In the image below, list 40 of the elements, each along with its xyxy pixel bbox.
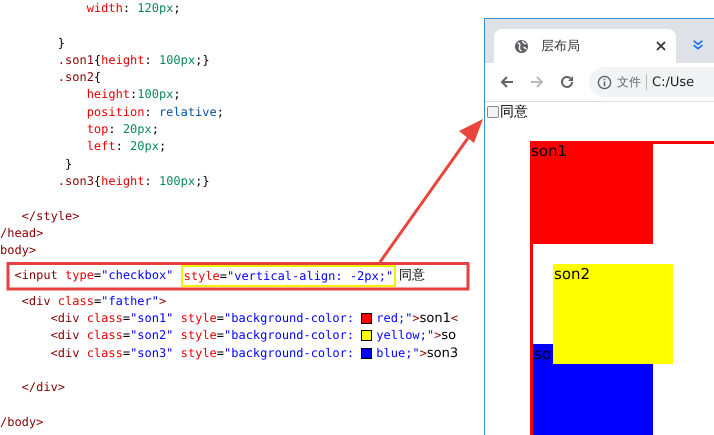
code-text: style="vertical-align: -2px;" — [184, 269, 394, 284]
code-text: blue;">son3 — [376, 344, 458, 362]
checkbox-label: 同意 — [500, 103, 528, 121]
code-text: .son3{height: 100px;} — [58, 172, 210, 190]
code-text: <input type="checkbox" — [14, 267, 174, 284]
close-icon[interactable] — [656, 41, 666, 51]
globe-icon — [514, 38, 529, 54]
back-icon[interactable] — [499, 74, 515, 90]
url-text: C:/Use — [652, 74, 694, 90]
code-text: /head> — [0, 224, 44, 242]
code-text: .son2{ — [58, 69, 102, 86]
info-icon[interactable] — [597, 74, 612, 90]
box-label: so — [534, 345, 551, 363]
code-text: <div class="son3" style="background-color: — [50, 344, 356, 362]
code-text: position: relative; — [86, 104, 224, 121]
code-text: </div> — [22, 379, 66, 396]
code-text: width: 120px; — [86, 0, 181, 17]
code-text: } — [58, 34, 66, 52]
code-text: 同意 — [399, 267, 426, 285]
checkbox[interactable] — [487, 106, 499, 118]
reload-icon[interactable] — [559, 74, 575, 90]
address-bar[interactable]: 文件 C:/Use — [589, 67, 714, 97]
code-text: top: 20px; — [86, 121, 159, 138]
box-label: son2 — [554, 265, 590, 283]
code-text: red;">son1< — [376, 310, 458, 328]
code-text: .son1{height: 100px;} — [58, 52, 210, 69]
code-text: yellow;">so — [376, 327, 456, 345]
code-text: <div class="father"> — [22, 292, 166, 310]
browser-tab[interactable]: 层布局 — [494, 29, 676, 63]
code-text: height:100px; — [86, 86, 181, 104]
code-text: <div class="son2" style="background-color: — [50, 327, 356, 344]
code-text: </style> — [22, 208, 80, 225]
code-text: /body> — [0, 414, 44, 431]
security-label: 文件 — [617, 74, 647, 90]
code-text: left: 20px; — [86, 138, 166, 156]
box-label: son1 — [531, 142, 568, 160]
tab-title: 层布局 — [541, 38, 580, 55]
code-text: <div class="son1" style="background-color: — [50, 310, 356, 328]
code-text: body> — [0, 242, 36, 260]
code-text: } — [65, 156, 72, 173]
